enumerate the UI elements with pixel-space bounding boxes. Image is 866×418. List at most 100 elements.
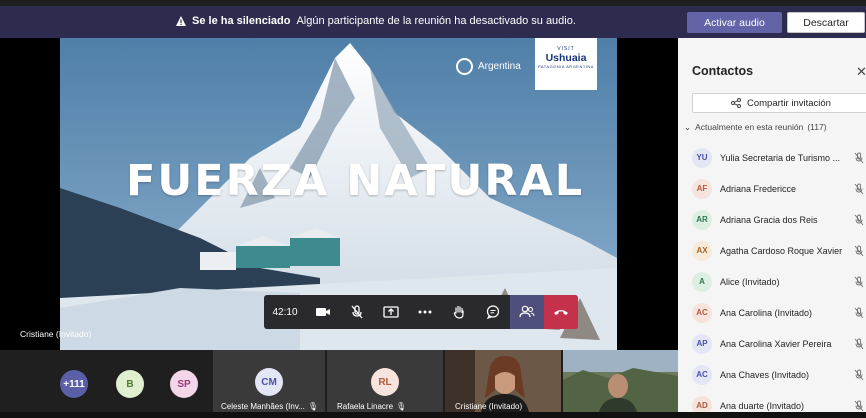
participant-avatar: CM	[255, 368, 283, 396]
participant-name: Ana Carolina (Invitado)	[720, 307, 813, 318]
taskbar	[0, 412, 866, 418]
meeting-timer: 42:10	[272, 306, 298, 318]
participant-name: Alice (Invitado)	[720, 276, 780, 287]
share-screen-button[interactable]	[374, 295, 408, 329]
meeting-controls: 42:10	[264, 295, 578, 329]
mic-muted-icon	[854, 183, 864, 194]
raise-hand-button[interactable]	[442, 295, 476, 329]
slide-slogan: FUERZA NATURAL	[126, 156, 585, 206]
share-icon	[731, 98, 741, 108]
mic-muted-icon	[854, 369, 864, 380]
mic-muted-icon	[854, 400, 864, 411]
participant-name: Ana Chaves (Invitado)	[720, 369, 810, 380]
mic-muted-icon: 🎙︎	[396, 402, 407, 411]
chat-icon	[486, 305, 500, 319]
more-actions-button[interactable]	[408, 295, 442, 329]
participant-row[interactable]: AP Ana Carolina Xavier Pereira	[678, 328, 866, 359]
mic-muted-icon: 🎙︎	[307, 402, 319, 411]
participant-tile-name: Cristiane (Invitado)	[455, 402, 523, 411]
participant-avatar: AC	[692, 302, 712, 323]
ushuaia-logo-visit: VISIT	[557, 46, 575, 52]
more-icon	[418, 310, 432, 314]
participant-video-tile[interactable]	[563, 350, 678, 412]
mic-muted-icon	[854, 152, 864, 163]
notification-title: Se le ha silenciado	[192, 15, 291, 27]
dismiss-button[interactable]: Descartar	[787, 12, 865, 33]
gallery-strip: +111 B SP CM Celeste Manhães (Inv... 🎙︎ …	[0, 350, 678, 418]
chat-button[interactable]	[476, 295, 510, 329]
argentina-logo: Argentina	[456, 58, 521, 75]
participant-row[interactable]: YU Yulia Secretaria de Turismo ...	[678, 142, 866, 173]
share-invite-button[interactable]: Compartir invitación	[692, 93, 866, 113]
participant-video-feed	[563, 350, 678, 412]
participant-avatar: YU	[692, 147, 712, 168]
participant-avatar: AC	[692, 364, 712, 385]
presenter-name: Cristiane (Invitado)	[20, 329, 92, 339]
gallery-avatar[interactable]: B	[116, 370, 144, 398]
mic-muted-icon	[854, 276, 864, 287]
participant-count: (117)	[807, 122, 827, 132]
mic-muted-icon	[854, 307, 864, 318]
participant-row[interactable]: AF Adriana Fredericce	[678, 173, 866, 204]
teams-meeting-window: Se le ha silenciado Algún participante d…	[0, 0, 866, 418]
raise-hand-icon	[453, 305, 464, 319]
share-screen-icon	[383, 306, 399, 318]
overflow-participants-button[interactable]: +111	[60, 370, 88, 398]
chevron-down-icon: ⌄	[684, 122, 692, 132]
close-icon: ✕	[856, 64, 866, 79]
mic-muted-icon	[854, 245, 864, 256]
participant-video-tile[interactable]: Cristiane (Invitado)	[445, 350, 561, 412]
current-meeting-section[interactable]: ⌄ Actualmente en esta reunión (117)	[684, 122, 827, 133]
participant-name: Agatha Cardoso Roque Xavier	[720, 245, 842, 256]
participant-avatar: AP	[692, 333, 712, 354]
participant-list: YU Yulia Secretaria de Turismo ... AF Adria…	[678, 142, 866, 418]
participants-icon	[519, 305, 535, 318]
participant-avatar: RL	[371, 368, 399, 396]
camera-icon	[316, 308, 330, 316]
participant-name: Yulia Secretaria de Turismo ...	[720, 152, 841, 163]
participant-row[interactable]: A Alice (Invitado)	[678, 266, 866, 297]
mic-muted-icon	[854, 214, 864, 225]
tile-name-text: Celeste Manhães (Inv...	[221, 402, 305, 411]
mic-muted-icon	[351, 305, 363, 319]
participant-tile-name: Rafaela Linacre 🎙︎	[337, 402, 406, 411]
participant-avatar: AF	[692, 178, 712, 199]
ushuaia-logo-sub: PATAGONIA ARGENTINA	[538, 64, 594, 69]
participant-row[interactable]: AR Adriana Gracia dos Reis	[678, 204, 866, 235]
main-stage: FUERZA NATURAL Argentina VISIT Ushuaia P…	[0, 38, 678, 350]
notification-text: Algún participante de la reunión ha desa…	[296, 15, 576, 27]
participant-tile-name: Celeste Manhães (Inv... 🎙︎	[221, 402, 318, 411]
muted-notification-bar: Se le ha silenciado Algún participante d…	[0, 6, 866, 38]
hang-up-button[interactable]	[544, 295, 578, 329]
section-label: Actualmente en esta reunión	[695, 122, 804, 132]
hang-up-icon	[554, 310, 568, 315]
participant-avatar: A	[692, 271, 712, 292]
participants-panel: Contactos ✕ Compartir invitación ⌄ Actua…	[678, 38, 866, 418]
share-invite-label: Compartir invitación	[747, 97, 831, 109]
activate-audio-button[interactable]: Activar audio	[687, 12, 782, 33]
participant-avatar: AX	[692, 240, 712, 261]
camera-button[interactable]	[306, 295, 340, 329]
participant-tile[interactable]: RL Rafaela Linacre 🎙︎	[327, 350, 443, 412]
participant-name: Adriana Gracia dos Reis	[720, 214, 818, 225]
close-panel-button[interactable]: ✕	[856, 64, 866, 80]
participant-avatar: AR	[692, 209, 712, 230]
participant-name: Adriana Fredericce	[720, 183, 797, 194]
tile-name-text: Rafaela Linacre	[337, 402, 394, 411]
participant-row[interactable]: AX Agatha Cardoso Roque Xavier	[678, 235, 866, 266]
ushuaia-logo-name: Ushuaia	[545, 52, 587, 64]
argentina-logo-text: Argentina	[478, 61, 521, 72]
microphone-button[interactable]	[340, 295, 374, 329]
warning-icon	[176, 16, 186, 26]
participants-button[interactable]	[510, 295, 544, 329]
mic-muted-icon	[854, 338, 864, 349]
participant-row[interactable]: AC Ana Chaves (Invitado)	[678, 359, 866, 390]
gallery-avatar[interactable]: SP	[170, 370, 198, 398]
participant-name: Ana Carolina Xavier Pereira	[720, 338, 832, 349]
panel-title: Contactos	[692, 64, 754, 78]
participant-name: Ana duarte (Invitado)	[720, 400, 805, 411]
participant-row[interactable]: AC Ana Carolina (Invitado)	[678, 297, 866, 328]
argentina-logo-icon	[456, 58, 473, 75]
participant-tile[interactable]: CM Celeste Manhães (Inv... 🎙︎	[213, 350, 325, 412]
notification-message: Se le ha silenciado Algún participante d…	[176, 15, 576, 27]
